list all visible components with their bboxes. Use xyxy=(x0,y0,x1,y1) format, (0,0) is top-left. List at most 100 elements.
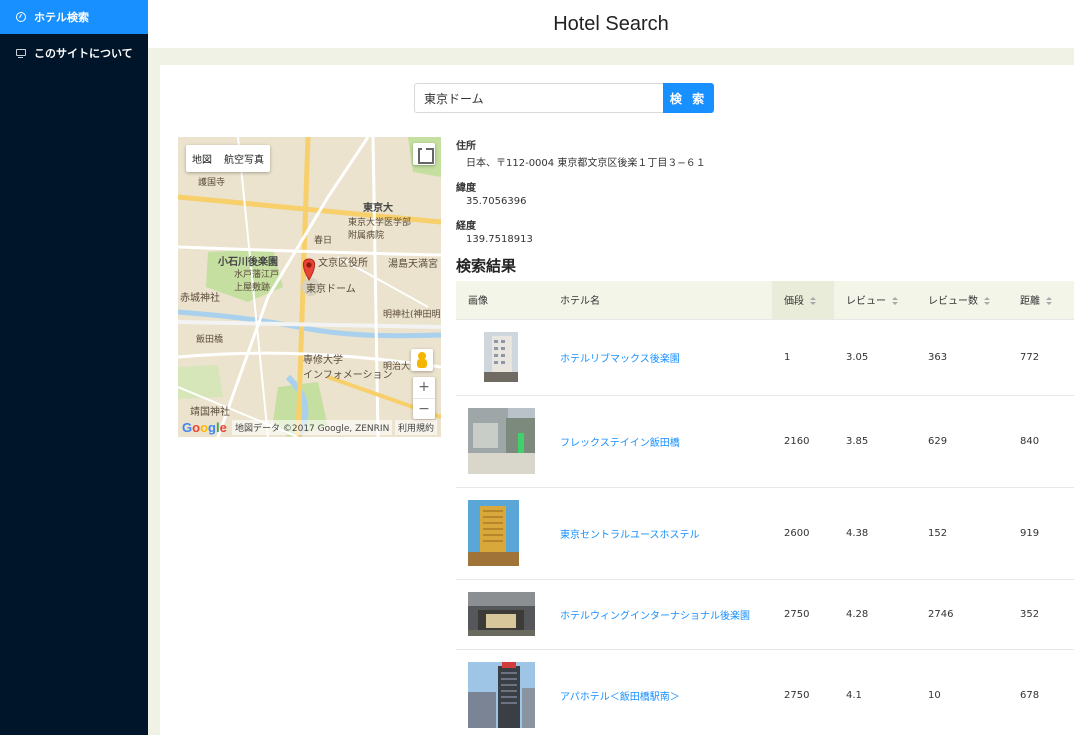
review-cell: 4.28 xyxy=(834,579,916,650)
dashboard-icon xyxy=(16,12,26,22)
longitude-value: 139.7518913 xyxy=(466,234,533,245)
latitude-value: 35.7056396 xyxy=(466,196,527,207)
hotel-image-cell xyxy=(456,579,548,650)
hotel-name-link[interactable]: ホテルウィングインターナショナル後楽園 xyxy=(548,579,772,650)
map-label-mito: 水戸藩江戸 上屋敷跡 xyxy=(234,270,280,293)
location-info: 住所 日本、〒112-0004 東京都文京区後楽１丁目３−６１ 緯度 35.70… xyxy=(456,137,1056,276)
distance-cell: 352 xyxy=(1008,579,1074,650)
table-row: ホテルリブマックス後楽園 1 3.05 363 772 xyxy=(456,319,1074,396)
map-label-iidabashi: 飯田橋 xyxy=(196,335,224,345)
address-label: 住所 xyxy=(456,141,476,152)
column-header-distance[interactable]: 距離 xyxy=(1008,281,1074,320)
price-cell: 2160 xyxy=(772,395,834,488)
table-header-row: 画像 ホテル名 価段 レビュー レビュー数 距離 xyxy=(456,281,1074,320)
hotel-thumbnail[interactable] xyxy=(468,500,519,566)
column-header-review[interactable]: レビュー xyxy=(834,281,916,320)
hotel-thumbnail[interactable] xyxy=(468,408,535,474)
map-label-kanda: 明神社(神田明 xyxy=(383,310,441,320)
hotel-name-link[interactable]: ホテルリブマックス後楽園 xyxy=(548,319,772,396)
price-cell: 2750 xyxy=(772,649,834,735)
sort-icon xyxy=(892,296,898,306)
review-cell: 3.05 xyxy=(834,319,916,396)
sort-icon xyxy=(810,296,816,306)
sidebar: ホテル検索 このサイトについて xyxy=(0,0,148,735)
search-button[interactable]: 検 索 xyxy=(663,83,714,113)
distance-cell: 678 xyxy=(1008,649,1074,735)
zoom-out-button[interactable]: − xyxy=(413,398,435,419)
review-count-cell: 629 xyxy=(916,395,1008,488)
hotel-thumbnail[interactable] xyxy=(468,592,535,636)
table-row: フレックステイイン飯田橋 2160 3.85 629 840 xyxy=(456,395,1074,488)
table-row: 東京セントラルユースホステル 2600 4.38 152 919 xyxy=(456,487,1074,580)
map-type-control: 地図 航空写真 xyxy=(186,145,270,172)
fullscreen-icon[interactable] xyxy=(413,143,435,165)
map-label-akagi: 赤城神社 xyxy=(180,293,220,304)
hotel-name-link[interactable]: フレックステイイン飯田橋 xyxy=(548,395,772,488)
table-row: アパホテル＜飯田橋駅南＞ 2750 4.1 10 678 xyxy=(456,649,1074,735)
address-value: 日本、〒112-0004 東京都文京区後楽１丁目３−６１ xyxy=(466,158,706,169)
review-count-cell: 2746 xyxy=(916,579,1008,650)
map-attribution: 地図データ ©2017 Google, ZENRIN xyxy=(232,420,393,435)
hotel-image-cell xyxy=(456,487,548,580)
results-title: 検索結果 xyxy=(456,257,517,275)
map-label-ward-office: 文京区役所 xyxy=(318,258,368,269)
column-header-review-count[interactable]: レビュー数 xyxy=(916,281,1008,320)
google-logo: Google xyxy=(182,420,227,435)
sidebar-item-label: このサイトについて xyxy=(34,47,133,60)
table-row: ホテルウィングインターナショナル後楽園 2750 4.28 2746 352 xyxy=(456,579,1074,650)
review-cell: 3.85 xyxy=(834,395,916,488)
hotel-image-cell xyxy=(456,395,548,488)
price-cell: 2750 xyxy=(772,579,834,650)
search-input[interactable] xyxy=(414,83,663,113)
review-cell: 4.1 xyxy=(834,649,916,735)
longitude-label: 経度 xyxy=(456,221,476,232)
column-header-image: 画像 xyxy=(456,281,548,320)
map[interactable]: 東京ドーム 東京大 東京大学医学部 附属病院 小石川後楽園 水戸藩江戸 上屋敷跡… xyxy=(178,137,441,437)
hotel-name-link[interactable]: アパホテル＜飯田橋駅南＞ xyxy=(548,649,772,735)
review-count-cell: 363 xyxy=(916,319,1008,396)
sidebar-item-hotel-search[interactable]: ホテル検索 xyxy=(0,0,148,34)
review-count-cell: 10 xyxy=(916,649,1008,735)
review-cell: 4.38 xyxy=(834,487,916,580)
map-label-meiji: 明治大 xyxy=(383,362,411,372)
content-card: 検 索 xyxy=(160,65,1074,735)
search-bar: 検 索 xyxy=(414,83,714,113)
header: Hotel Search xyxy=(148,0,1074,48)
zoom-control: + − xyxy=(413,377,435,419)
map-label-senshu: 専修大学 インフォメーション xyxy=(303,355,393,381)
hotel-image-cell xyxy=(456,319,548,396)
map-type-satellite-button[interactable]: 航空写真 xyxy=(218,145,270,172)
desktop-icon xyxy=(16,48,26,58)
hotel-thumbnail[interactable] xyxy=(468,662,535,728)
price-cell: 1 xyxy=(772,319,834,396)
sort-icon xyxy=(984,296,990,306)
price-cell: 2600 xyxy=(772,487,834,580)
map-label-koishikawa: 小石川後楽園 xyxy=(218,257,278,268)
distance-cell: 772 xyxy=(1008,319,1074,396)
latitude-label: 緯度 xyxy=(456,183,476,194)
map-label-tokyo-dome: 東京ドーム xyxy=(306,284,356,295)
column-header-price[interactable]: 価段 xyxy=(772,281,834,320)
page-title: Hotel Search xyxy=(553,12,669,35)
zoom-in-button[interactable]: + xyxy=(413,377,435,398)
sidebar-item-label: ホテル検索 xyxy=(34,11,89,24)
sort-icon xyxy=(1046,296,1052,306)
hotel-image-cell xyxy=(456,649,548,735)
map-label-yasukuni: 靖国神社 xyxy=(190,407,230,418)
street-view-pegman-icon[interactable] xyxy=(411,349,433,371)
map-label-yushima: 湯島天満宮 xyxy=(388,259,438,270)
map-label-hospital: 東京大学医学部 附属病院 xyxy=(348,218,412,241)
hotel-thumbnail[interactable] xyxy=(484,332,518,382)
results-table: 画像 ホテル名 価段 レビュー レビュー数 距離 ホテルリブマックス後楽園 1 … xyxy=(456,281,1074,735)
map-label-tokyo-univ: 東京大 xyxy=(363,203,393,214)
distance-cell: 919 xyxy=(1008,487,1074,580)
distance-cell: 840 xyxy=(1008,395,1074,488)
review-count-cell: 152 xyxy=(916,487,1008,580)
map-type-map-button[interactable]: 地図 xyxy=(186,145,218,172)
map-terms-link[interactable]: 利用規約 xyxy=(394,420,437,435)
column-header-name: ホテル名 xyxy=(548,281,772,320)
map-label-kasuga: 春日 xyxy=(314,236,333,246)
sidebar-item-about[interactable]: このサイトについて xyxy=(0,36,148,70)
map-label-gokoku: 護国寺 xyxy=(198,178,226,188)
hotel-name-link[interactable]: 東京セントラルユースホステル xyxy=(548,487,772,580)
